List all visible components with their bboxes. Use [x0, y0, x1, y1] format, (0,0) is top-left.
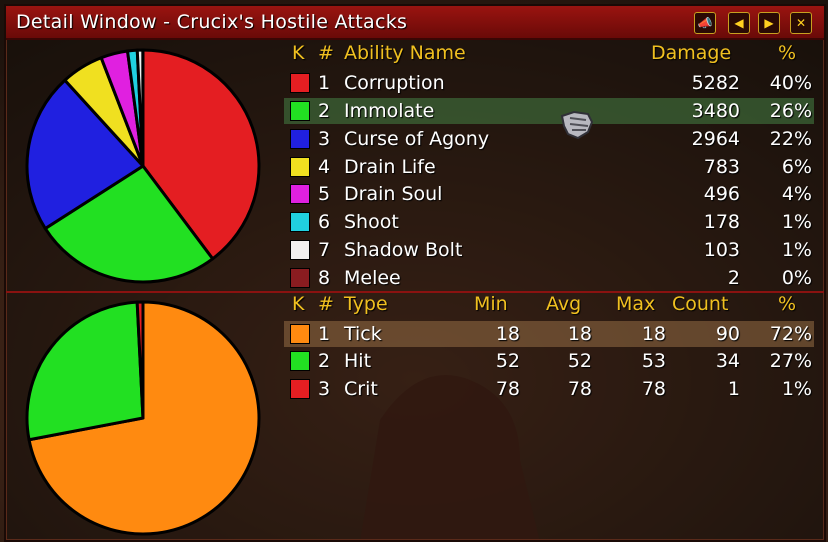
damage-percent: 4% — [781, 183, 812, 205]
ability-name: Shoot — [344, 211, 399, 233]
min-value: 52 — [495, 350, 520, 372]
hit-percent: 72% — [769, 323, 812, 345]
max-value: 78 — [641, 378, 666, 400]
ability-row[interactable]: 1 Corruption 5282 40% — [284, 70, 814, 96]
col-header-num: # — [318, 42, 334, 64]
row-number: 5 — [318, 183, 331, 205]
damage-value: 5282 — [691, 72, 740, 94]
ability-row[interactable]: 3 Curse of Agony 2964 22% — [284, 126, 814, 152]
col-header-k: K — [292, 42, 305, 64]
damage-percent: 1% — [781, 239, 812, 261]
damage-percent: 1% — [781, 211, 812, 233]
ability-name: Shadow Bolt — [344, 239, 463, 261]
hit-type-pie-chart — [25, 300, 261, 536]
col-header-type[interactable]: Type — [344, 293, 388, 315]
max-value: 18 — [641, 323, 666, 345]
color-swatch — [290, 351, 310, 371]
col-header-percent[interactable]: % — [778, 42, 796, 64]
damage-value: 103 — [703, 239, 740, 261]
avg-value: 78 — [567, 378, 592, 400]
damage-percent: 0% — [781, 267, 812, 289]
col-header-ability-name[interactable]: Ability Name — [344, 42, 466, 64]
window-title: Detail Window - Crucix's Hostile Attacks — [16, 11, 408, 33]
detail-window: Detail Window - Crucix's Hostile Attacks… — [4, 4, 826, 542]
row-number: 1 — [318, 72, 331, 94]
gauntlet-cursor-icon — [560, 110, 594, 140]
hit-percent: 27% — [769, 350, 812, 372]
col-header-damage[interactable]: Damage — [651, 42, 731, 64]
row-number: 3 — [318, 128, 331, 150]
row-number: 3 — [318, 378, 331, 400]
row-number: 6 — [318, 211, 331, 233]
ability-row[interactable]: 6 Shoot 178 1% — [284, 209, 814, 235]
col-header-max[interactable]: Max — [616, 293, 655, 315]
pie-slice-hit — [25, 300, 145, 442]
count-value: 34 — [715, 350, 740, 372]
damage-value: 3480 — [691, 100, 740, 122]
ability-row[interactable]: 8 Melee 2 0% — [284, 265, 814, 291]
color-swatch — [290, 240, 310, 260]
damage-value: 2 — [727, 267, 740, 289]
count-value: 1 — [727, 378, 740, 400]
damage-percent: 26% — [769, 100, 812, 122]
col-header-num: # — [318, 293, 334, 315]
damage-percent: 22% — [769, 128, 812, 150]
ability-name: Drain Soul — [344, 183, 443, 205]
type-row[interactable]: 1 Tick 18 18 18 90 72% — [284, 321, 814, 347]
hit-type: Crit — [344, 378, 378, 400]
ability-name: Corruption — [344, 72, 445, 94]
damage-percent: 6% — [781, 156, 812, 178]
damage-percent: 40% — [769, 72, 812, 94]
col-header-avg[interactable]: Avg — [546, 293, 581, 315]
color-swatch — [290, 73, 310, 93]
color-swatch — [290, 212, 310, 232]
prev-arrow-icon[interactable]: ◀ — [728, 12, 750, 34]
hit-type: Hit — [344, 350, 372, 372]
report-horn-icon[interactable]: 📣 — [694, 12, 716, 34]
col-header-count[interactable]: Count — [672, 293, 728, 315]
type-row[interactable]: 2 Hit 52 52 53 34 27% — [284, 348, 814, 374]
ability-name: Drain Life — [344, 156, 436, 178]
close-icon[interactable]: ✕ — [790, 12, 812, 34]
ability-name: Melee — [344, 267, 401, 289]
type-row[interactable]: 3 Crit 78 78 78 1 1% — [284, 376, 814, 402]
color-swatch — [290, 184, 310, 204]
row-number: 2 — [318, 350, 331, 372]
ability-row[interactable]: 4 Drain Life 783 6% — [284, 154, 814, 180]
color-swatch — [290, 379, 310, 399]
min-value: 18 — [495, 323, 520, 345]
color-swatch — [290, 157, 310, 177]
ability-row[interactable]: 7 Shadow Bolt 103 1% — [284, 237, 814, 263]
ability-row[interactable]: 5 Drain Soul 496 4% — [284, 181, 814, 207]
ability-damage-pie-chart — [25, 48, 261, 284]
damage-value: 783 — [703, 156, 740, 178]
damage-value: 496 — [703, 183, 740, 205]
row-number: 7 — [318, 239, 331, 261]
color-swatch — [290, 101, 310, 121]
row-number: 8 — [318, 267, 331, 289]
avg-value: 18 — [567, 323, 592, 345]
next-arrow-icon[interactable]: ▶ — [758, 12, 780, 34]
color-swatch — [290, 324, 310, 344]
title-bar[interactable]: Detail Window - Crucix's Hostile Attacks… — [6, 6, 824, 40]
color-swatch — [290, 129, 310, 149]
col-header-min[interactable]: Min — [474, 293, 508, 315]
damage-value: 178 — [703, 211, 740, 233]
max-value: 53 — [641, 350, 666, 372]
min-value: 78 — [495, 378, 520, 400]
avg-value: 52 — [567, 350, 592, 372]
damage-value: 2964 — [691, 128, 740, 150]
col-header-k: K — [292, 293, 305, 315]
row-number: 4 — [318, 156, 331, 178]
count-value: 90 — [715, 323, 740, 345]
hit-type: Tick — [344, 323, 382, 345]
color-swatch — [290, 268, 310, 288]
ability-row[interactable]: 2 Immolate 3480 26% — [284, 98, 814, 124]
row-number: 1 — [318, 323, 331, 345]
col-header-percent[interactable]: % — [778, 293, 796, 315]
row-number: 2 — [318, 100, 331, 122]
hit-percent: 1% — [781, 378, 812, 400]
